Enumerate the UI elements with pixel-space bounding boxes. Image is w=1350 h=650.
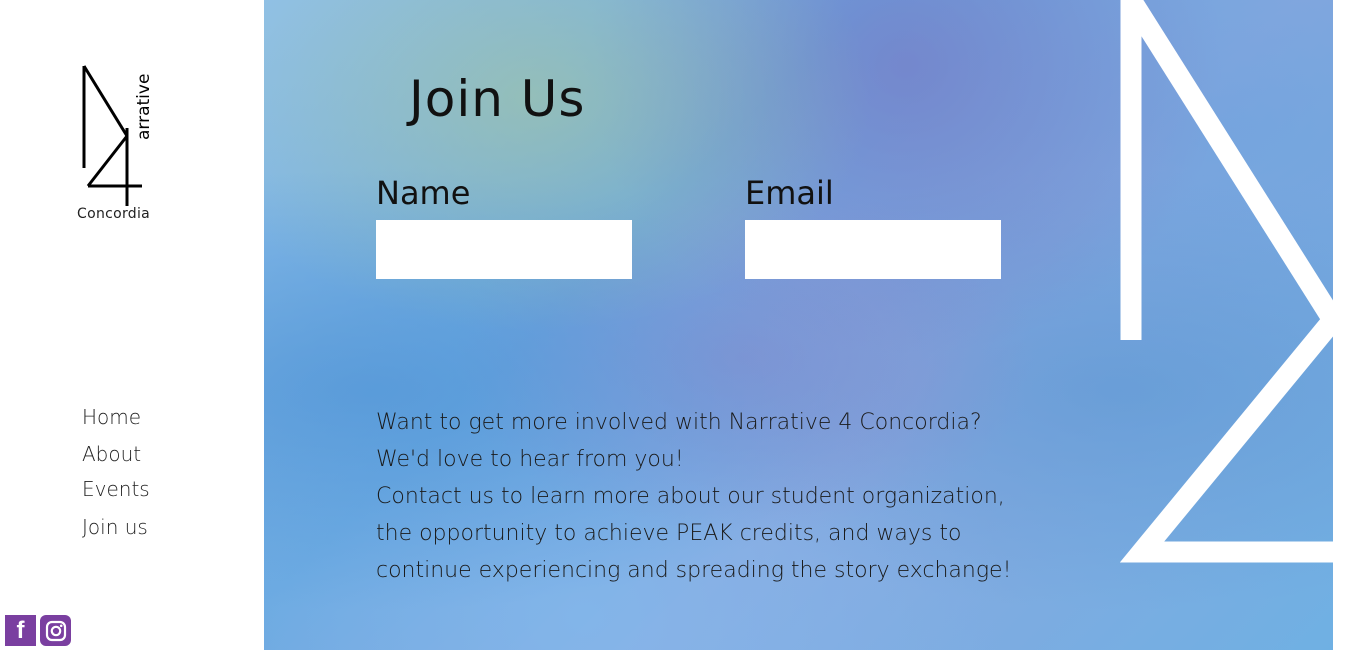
description-line: We'd love to hear from you! — [376, 447, 684, 472]
email-input[interactable] — [745, 220, 1001, 279]
sidebar: arrative Concordia Home About Events Joi… — [0, 0, 264, 650]
site-logo[interactable]: arrative — [72, 58, 162, 228]
instagram-icon[interactable] — [40, 615, 71, 646]
name-label: Name — [376, 174, 471, 212]
nav-about[interactable]: About — [82, 442, 141, 466]
description-line: Contact us to learn more about our stude… — [376, 484, 1005, 509]
logo-vertical-text: arrative — [134, 74, 154, 140]
name-input[interactable] — [376, 220, 632, 279]
social-links: f — [5, 615, 71, 646]
nav-events[interactable]: Events — [82, 477, 150, 501]
facebook-icon[interactable]: f — [5, 615, 36, 646]
nav-join-us[interactable]: Join us — [82, 515, 148, 539]
logo-subtitle: Concordia — [77, 206, 151, 222]
join-section: Join Us Name Email Want to get more invo… — [264, 0, 1333, 650]
page-title: Join Us — [409, 70, 586, 128]
nav-home[interactable]: Home — [82, 405, 141, 429]
n4-large-watermark — [1120, 0, 1333, 563]
facebook-glyph: f — [16, 616, 25, 644]
n4-logo-mark: arrative — [82, 65, 154, 206]
right-margin — [1333, 0, 1350, 650]
email-label: Email — [745, 174, 834, 212]
join-description: Want to get more involved with Narrative… — [376, 404, 1076, 589]
instagram-glyph — [45, 620, 66, 641]
description-line: Want to get more involved with Narrative… — [376, 410, 982, 435]
description-line: the opportunity to achieve PEAK credits,… — [376, 521, 962, 546]
description-line: continue experiencing and spreading the … — [376, 558, 1012, 583]
